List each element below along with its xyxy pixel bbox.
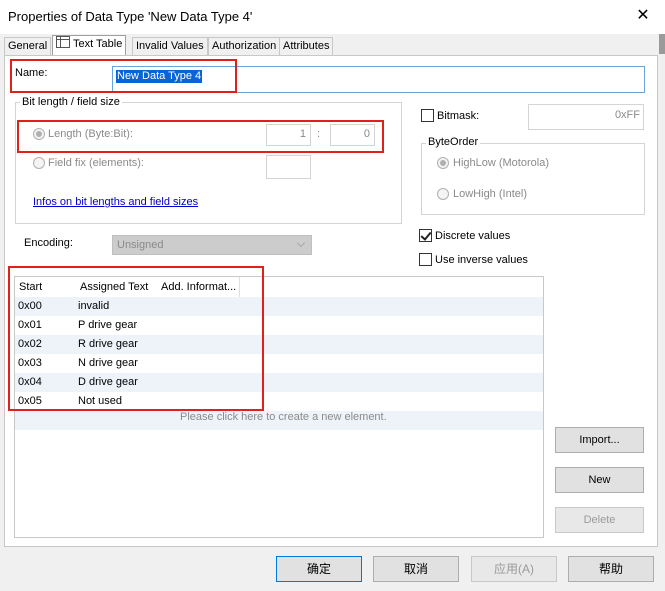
highlight-table [8, 266, 264, 411]
tab-general[interactable]: General [4, 37, 52, 56]
apply-button-label: 应用(A) [494, 562, 534, 576]
ok-button[interactable]: 确定 [276, 556, 362, 582]
tab-authorization[interactable]: Authorization [208, 37, 281, 56]
highlight-name [10, 59, 237, 93]
scrollbar-edge [659, 34, 665, 54]
import-button-label: Import... [579, 434, 620, 446]
bitmask-input[interactable]: 0xFF [528, 104, 644, 130]
highlight-length [17, 120, 384, 153]
field-fix-radio[interactable] [33, 157, 45, 169]
bitmask-value: 0xFF [614, 109, 640, 121]
lowhigh-radio[interactable] [437, 188, 449, 200]
lowhigh-label: LowHigh (Intel) [453, 188, 527, 200]
field-fix-label: Field fix (elements): [48, 157, 144, 169]
help-button-label: 帮助 [598, 562, 623, 576]
tab-label: General [8, 40, 48, 52]
tab-label: Authorization [212, 40, 277, 52]
title-bar: Properties of Data Type 'New Data Type 4… [0, 0, 665, 34]
import-button[interactable]: Import... [555, 427, 644, 453]
tab-text-table[interactable]: Text Table [52, 35, 127, 56]
bit-length-info-link[interactable]: Infos on bit lengths and field sizes [33, 196, 198, 208]
highlow-radio[interactable] [437, 157, 449, 169]
cancel-button[interactable]: 取消 [373, 556, 459, 582]
tab-label: Attributes [283, 40, 330, 52]
inverse-values-label: Use inverse values [435, 254, 528, 266]
chevron-down-icon [297, 239, 305, 247]
encoding-label: Encoding: [24, 237, 73, 249]
help-button[interactable]: 帮助 [568, 556, 654, 582]
byte-order-group [421, 143, 645, 215]
tab-label: Invalid Values [136, 40, 204, 52]
bitmask-checkbox[interactable] [421, 109, 434, 122]
window-title: Properties of Data Type 'New Data Type 4… [8, 9, 253, 24]
inverse-values-checkbox[interactable] [419, 253, 432, 266]
bitmask-label: Bitmask: [437, 110, 480, 122]
bit-length-group-title: Bit length / field size [20, 96, 122, 108]
ok-button-label: 确定 [306, 562, 331, 576]
table-icon [56, 36, 70, 48]
field-fix-input[interactable] [266, 155, 311, 179]
cancel-button-label: 取消 [403, 562, 428, 576]
encoding-value: Unsigned [117, 239, 164, 251]
delete-button[interactable]: Delete [555, 507, 644, 533]
highlow-label: HighLow (Motorola) [453, 157, 549, 169]
close-icon[interactable]: ✕ [630, 5, 656, 27]
new-button[interactable]: New [555, 467, 644, 493]
new-element-hint[interactable]: Please click here to create a new elemen… [180, 411, 387, 423]
encoding-select[interactable]: Unsigned [112, 235, 312, 255]
apply-button[interactable]: 应用(A) [471, 556, 557, 582]
tab-label: Text Table [73, 38, 123, 50]
discrete-values-checkbox[interactable] [419, 229, 432, 242]
discrete-values-label: Discrete values [435, 230, 511, 242]
tab-attributes[interactable]: Attributes [279, 37, 334, 56]
new-button-label: New [588, 474, 611, 486]
tab-invalid-values[interactable]: Invalid Values [132, 37, 208, 56]
delete-button-label: Delete [583, 514, 616, 526]
byte-order-title: ByteOrder [426, 136, 481, 148]
